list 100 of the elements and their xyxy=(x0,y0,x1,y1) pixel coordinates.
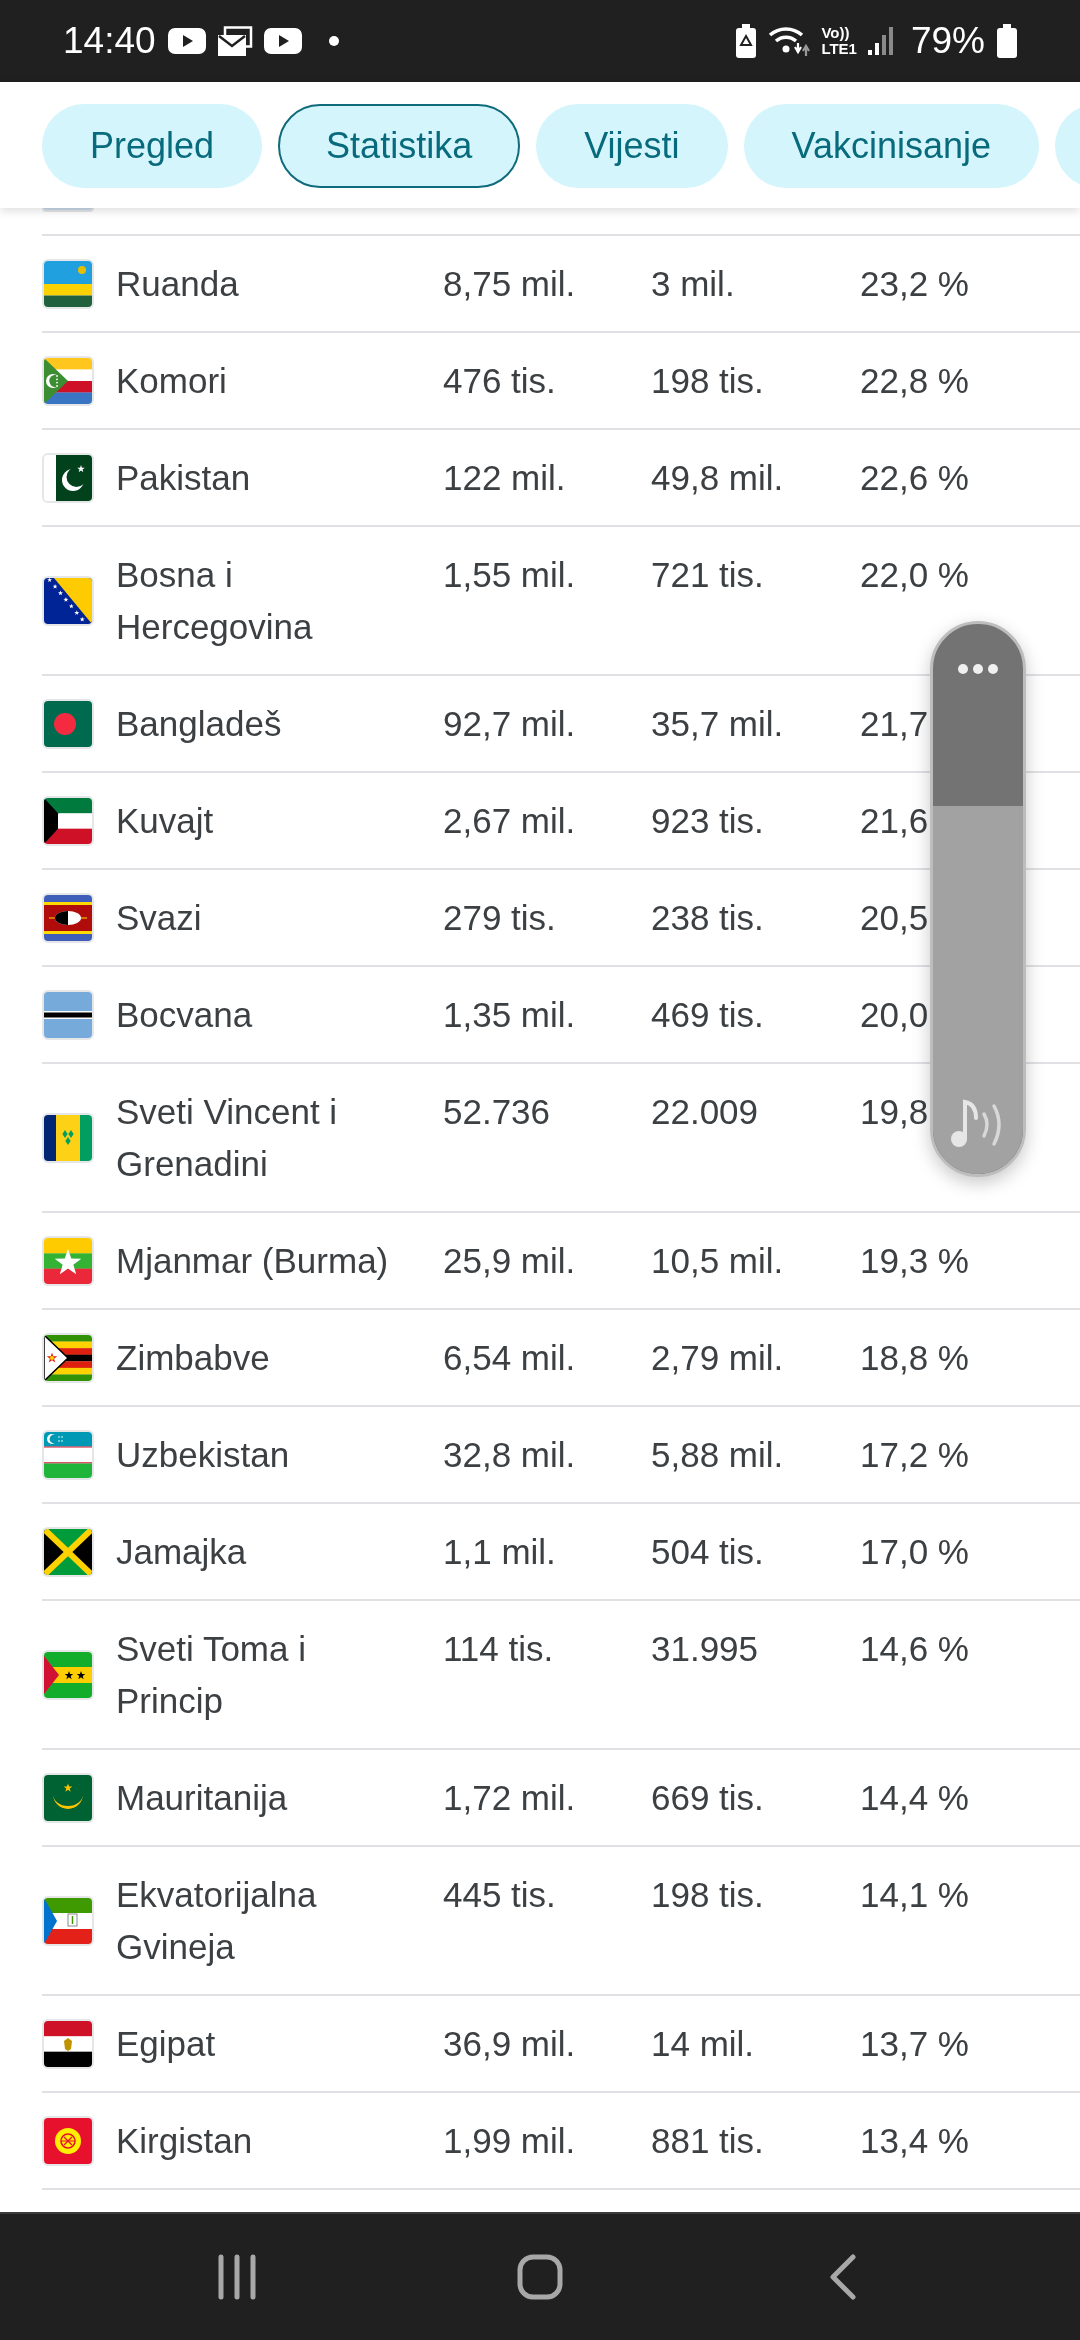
flag-icon xyxy=(42,990,94,1040)
table-cell-text: 114 tis. xyxy=(443,1628,554,1670)
table-cell-text: 52.736 xyxy=(443,1091,551,1133)
country-name: Svazi xyxy=(116,897,202,939)
flag-icon xyxy=(42,796,94,846)
country-name: Zimbabve xyxy=(116,1337,270,1379)
table-cell-text: 8,75 mil. xyxy=(443,263,576,305)
battery-icon xyxy=(996,24,1018,58)
table-cell-text: 49,8 mil. xyxy=(651,457,784,499)
country-name: Mauritanija xyxy=(116,1777,288,1819)
table-cell-text: 19,3 % xyxy=(860,1240,969,1282)
flag-icon xyxy=(42,1650,94,1700)
more-options-icon[interactable] xyxy=(958,664,998,674)
table-cell-text: 923 tis. xyxy=(651,800,764,842)
country-name: Mjanmar (Burma) xyxy=(116,1240,389,1282)
flag-icon xyxy=(42,699,94,749)
table-cell-text: 445 tis. xyxy=(443,1874,556,1916)
table-cell-text: 504 tis. xyxy=(651,1531,764,1573)
table-cell-text: 36,9 mil. xyxy=(443,2023,576,2065)
flag-icon xyxy=(42,1527,94,1577)
table-cell-text: 721 tis. xyxy=(651,554,764,596)
flag-icon xyxy=(42,893,94,943)
recents-icon[interactable] xyxy=(217,2254,257,2300)
country-name: Sveti Vincent i Grenadini xyxy=(116,1091,339,1185)
table-cell-text: 35,7 mil. xyxy=(651,703,784,745)
table-cell-text: 2,79 mil. xyxy=(651,1337,784,1379)
table-cell-text: 21,6 xyxy=(860,800,929,842)
tab[interactable]: Vijesti xyxy=(536,104,728,188)
table-cell-text: 92,7 mil. xyxy=(443,703,576,745)
table-cell-text: 19,8 xyxy=(860,1091,929,1133)
country-name: Ruanda xyxy=(116,263,239,305)
table-cell-text: 21,7 xyxy=(860,703,929,745)
flag-icon xyxy=(42,1896,94,1946)
country-name: Bangladeš xyxy=(116,703,282,745)
table-cell-text: 31.995 xyxy=(651,1628,759,1670)
table-cell-text: 1,35 mil. xyxy=(443,994,576,1036)
table-cell-text: 23,2 % xyxy=(860,263,969,305)
table-cell-text: 20,5 xyxy=(860,897,929,939)
flag-icon xyxy=(42,2116,94,2166)
table-cell-text: 20,0 xyxy=(860,994,929,1036)
table-cell-text: 198 tis. xyxy=(651,1874,764,1916)
table-cell-text: 14,6 % xyxy=(860,1628,969,1670)
country-name: Pakistan xyxy=(116,457,251,499)
country-name: Egipat xyxy=(116,2023,216,2065)
flag-icon xyxy=(42,1333,94,1383)
table-cell-text: 1,1 mil. xyxy=(443,1531,556,1573)
wifi-icon xyxy=(768,25,811,57)
table-cell-text: 13,7 % xyxy=(860,2023,969,2065)
table-cell-text: 1,99 mil. xyxy=(443,2120,576,2162)
flag-icon xyxy=(42,2019,94,2069)
table-cell-text: 3 mil. xyxy=(651,263,735,305)
table-cell-text: 2,67 mil. xyxy=(443,800,576,842)
flag-icon xyxy=(42,453,94,503)
table-cell-text: 476 tis. xyxy=(443,360,556,402)
table-cell-text: 238 tis. xyxy=(651,897,764,939)
table-cell-text: 1,55 mil. xyxy=(443,554,576,596)
table-cell-text: 32,8 mil. xyxy=(443,1434,576,1476)
country-name: Bosna i Hercegovina xyxy=(116,554,314,648)
flag-icon xyxy=(42,576,94,626)
play-icon xyxy=(167,27,206,55)
table-cell-text: 22,8 % xyxy=(860,360,969,402)
flag-icon xyxy=(42,1430,94,1480)
table-cell-text: 22.009 xyxy=(651,1091,759,1133)
signal-icon xyxy=(867,27,896,55)
flag-icon xyxy=(42,1236,94,1286)
country-name: Ekvatorijalna Gvineja xyxy=(116,1874,318,1968)
volte-label: Vo)) xyxy=(821,25,850,41)
tab[interactable]: Statistika xyxy=(278,104,521,188)
table-cell-text: 881 tis. xyxy=(651,2120,764,2162)
tab[interactable]: Vakcinisanje xyxy=(743,104,1039,188)
tab[interactable]: Pregled xyxy=(42,104,263,188)
table-cell-text: 1,72 mil. xyxy=(443,1777,576,1819)
table-cell-text: 17,2 % xyxy=(860,1434,969,1476)
table-cell-text: 10,5 mil. xyxy=(651,1240,784,1282)
flag-icon xyxy=(42,1773,94,1823)
battery-saver-icon xyxy=(735,24,758,58)
table-cell-text: 122 mil. xyxy=(443,457,566,499)
table-cell-text: 14 mil. xyxy=(651,2023,755,2065)
country-name: Kuvajt xyxy=(116,800,214,842)
table-cell-text: 22,0 % xyxy=(860,554,969,596)
table-cell-text: 669 tis. xyxy=(651,1777,764,1819)
table-cell-text: 469 tis. xyxy=(651,994,764,1036)
table-cell-text: 5,88 mil. xyxy=(651,1434,784,1476)
table-cell-text: 22,6 % xyxy=(860,457,969,499)
table-cell-text: 25,9 mil. xyxy=(443,1240,576,1282)
back-icon[interactable] xyxy=(829,2254,857,2300)
table-cell-text: 14,4 % xyxy=(860,1777,969,1819)
table-cell-text: 17,0 % xyxy=(860,1531,969,1573)
country-name: Kirgistan xyxy=(116,2120,253,2162)
flag-icon xyxy=(42,208,94,212)
table-cell-text: 279 tis. xyxy=(443,897,556,939)
network-type-label: LTE1 xyxy=(821,41,857,57)
table-cell-text: 13,4 % xyxy=(860,2120,969,2162)
country-name: Sveti Toma i Princip xyxy=(116,1628,307,1722)
home-icon[interactable] xyxy=(517,2254,563,2300)
status-time: 14:40 xyxy=(63,20,156,62)
volume-slider[interactable] xyxy=(930,621,1026,1177)
notification-dot-icon xyxy=(328,36,339,46)
flag-icon xyxy=(42,259,94,309)
country-name: Jamajka xyxy=(116,1531,247,1573)
